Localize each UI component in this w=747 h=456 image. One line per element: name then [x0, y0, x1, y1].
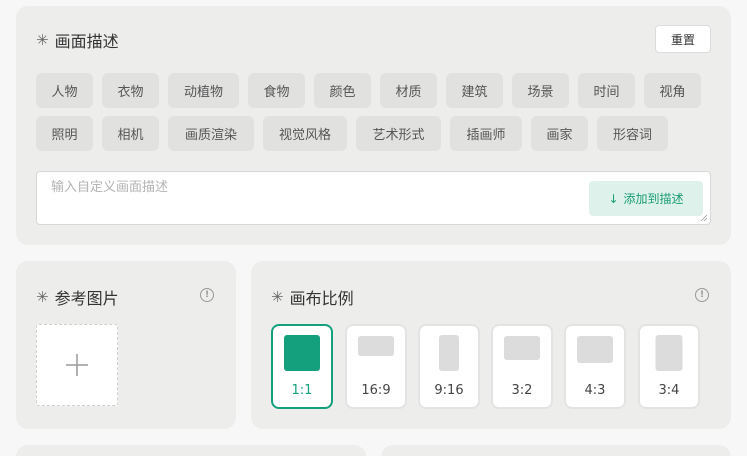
reference-header: ✳ 参考图片 [36, 285, 119, 309]
description-header: ✳ 画面描述 [36, 28, 119, 52]
sparkle-icon: ✳ [271, 287, 284, 306]
ratio-label: 1:1 [291, 383, 313, 398]
sparkle-icon: ✳ [36, 287, 49, 306]
ratio-label: 4:3 [584, 383, 606, 398]
tag-button[interactable]: 场景 [512, 73, 569, 108]
description-title: 画面描述 [54, 32, 119, 51]
tag-button[interactable]: 材质 [380, 73, 437, 108]
description-panel: ✳ 画面描述 重置 人物 衣物 动植物 食物 颜色 材质 建筑 场景 时间 视角… [16, 6, 731, 245]
ratio-option-9-16[interactable]: 9:16 [418, 324, 480, 409]
tag-button[interactable]: 画家 [531, 116, 588, 151]
tag-button[interactable]: 画质渲染 [168, 116, 254, 151]
tag-button[interactable]: 插画师 [450, 116, 522, 151]
tag-button[interactable]: 食物 [248, 73, 305, 108]
canvas-ratio-panel: ✳ 画布比例 ! 1:1 16:9 9:16 3:2 4:3 3:4 [251, 261, 731, 429]
tag-button[interactable]: 形容词 [597, 116, 668, 151]
add-to-description-button[interactable]: ↓ 添加到描述 [589, 181, 703, 216]
tag-button[interactable]: 视觉风格 [263, 116, 347, 151]
bottom-panel-left [16, 445, 366, 456]
reset-button[interactable]: 重置 [655, 25, 711, 53]
custom-description-box: ↓ 添加到描述 [36, 171, 711, 225]
resize-handle-icon[interactable] [700, 214, 708, 222]
ratio-landscape-icon [358, 336, 394, 356]
ratio-option-4-3[interactable]: 4:3 [564, 324, 626, 409]
ratio-label: 9:16 [434, 383, 464, 398]
ratio-option-1-1[interactable]: 1:1 [271, 324, 333, 409]
arrow-down-icon: ↓ [608, 191, 619, 206]
tag-button[interactable]: 衣物 [102, 73, 159, 108]
tag-button[interactable]: 建筑 [446, 73, 503, 108]
tag-button[interactable]: 艺术形式 [356, 116, 441, 151]
tag-button[interactable]: 视角 [644, 73, 701, 108]
info-icon[interactable]: ! [695, 288, 709, 302]
canvas-ratio-title: 画布比例 [289, 289, 354, 308]
ratio-landscape-icon [504, 336, 540, 360]
custom-description-input[interactable] [51, 180, 571, 195]
ratio-label: 3:4 [658, 383, 680, 398]
reference-image-panel: ✳ 参考图片 ! [16, 261, 236, 429]
ratio-option-16-9[interactable]: 16:9 [345, 324, 407, 409]
reference-title: 参考图片 [54, 289, 119, 308]
tag-button[interactable]: 人物 [36, 73, 93, 108]
ratio-label: 3:2 [511, 383, 533, 398]
sparkle-icon: ✳ [36, 30, 49, 49]
tag-button[interactable]: 动植物 [168, 73, 239, 108]
ratio-portrait-icon [439, 335, 459, 371]
ratio-option-3-2[interactable]: 3:2 [491, 324, 553, 409]
ratio-option-3-4[interactable]: 3:4 [638, 324, 700, 409]
ratio-square-icon [284, 335, 320, 371]
tag-button[interactable]: 时间 [578, 73, 635, 108]
add-to-description-label: 添加到描述 [623, 192, 684, 206]
ratio-portrait-icon [655, 335, 683, 371]
upload-image-button[interactable] [36, 324, 118, 406]
bottom-panel-right [381, 445, 731, 456]
tag-button[interactable]: 颜色 [314, 73, 371, 108]
tag-button[interactable]: 相机 [102, 116, 159, 151]
ratio-landscape-icon [577, 336, 613, 363]
info-icon[interactable]: ! [200, 288, 214, 302]
tag-button[interactable]: 照明 [36, 116, 93, 151]
ratio-label: 16:9 [361, 383, 391, 398]
canvas-ratio-header: ✳ 画布比例 [271, 285, 354, 309]
plus-icon [66, 354, 88, 376]
